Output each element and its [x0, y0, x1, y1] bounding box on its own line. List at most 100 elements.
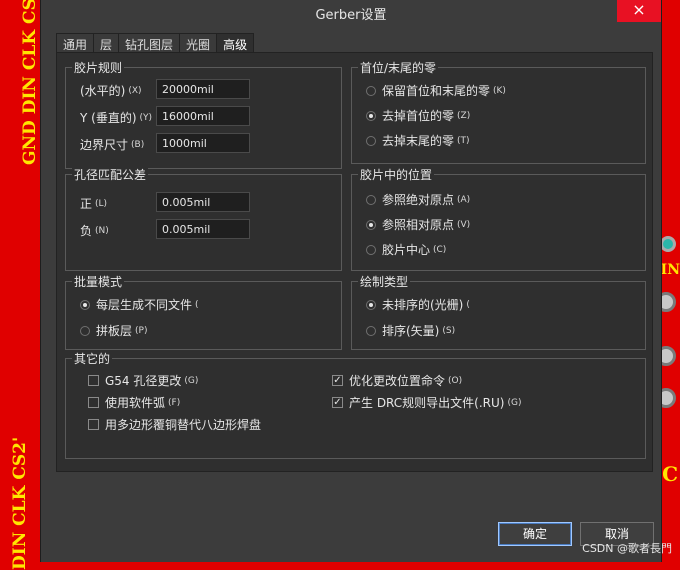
dialog-title: Gerber设置 [315, 8, 387, 23]
shortcut: (P) [135, 325, 148, 336]
radio-selected-icon[interactable] [366, 110, 376, 121]
radio-separate-files[interactable]: 每层生成不同文件 ( [80, 296, 199, 313]
group-title: 其它的 [72, 350, 113, 367]
checkmark-icon[interactable]: ✓ [332, 375, 343, 386]
radio-icon[interactable] [80, 325, 90, 336]
checkbox-polygon-pads[interactable]: 用多边形覆铜替代八边形焊盘 [88, 416, 261, 433]
shortcut: (G) [507, 397, 522, 408]
checkbox-optimize-position[interactable]: ✓ 优化更改位置命令 (O) [332, 372, 462, 389]
batch-mode-group: 批量模式 每层生成不同文件 ( 拼板层 (P) [65, 273, 342, 350]
film-y-input[interactable]: 16000mil [156, 106, 250, 126]
y-label: Y (垂直的) [80, 111, 137, 125]
pcb-silkscreen-text: C [662, 462, 678, 486]
shortcut: (L) [95, 198, 108, 209]
shortcut: (Y) [139, 112, 153, 123]
option-label: 用多边形覆铜替代八边形焊盘 [105, 418, 262, 432]
plus-tolerance-input[interactable]: 0.005mil [156, 192, 250, 212]
radio-icon[interactable] [366, 135, 376, 146]
option-label: 去掉首位的零 [382, 109, 455, 123]
film-x-input[interactable]: 20000mil [156, 79, 250, 99]
ok-button[interactable]: 确定 [498, 522, 572, 546]
option-label: 保留首位和末尾的零 [382, 84, 491, 98]
shortcut: ( [466, 299, 470, 310]
radio-icon[interactable] [366, 194, 376, 205]
option-label: 参照绝对原点 [382, 193, 455, 207]
option-label: 优化更改位置命令 [349, 374, 446, 388]
shortcut: (B) [131, 139, 145, 150]
radio-icon[interactable] [366, 85, 376, 96]
shortcut: ( [195, 299, 199, 310]
radio-selected-icon[interactable] [80, 299, 90, 310]
film-rules-group: 胶片规则 (水平的) (X) 20000mil Y (垂直的) (Y) 1600… [65, 59, 342, 169]
tab-advanced[interactable]: 高级 [216, 33, 255, 54]
plus-label: 正 [80, 197, 93, 211]
group-title: 绘制类型 [358, 273, 411, 290]
checkbox-drc-export[interactable]: ✓ 产生 DRC规则导出文件(.RU) (G) [332, 394, 521, 411]
tab-bar: 通用 层 钻孔图层 光圈 高级 [56, 33, 255, 54]
radio-film-center[interactable]: 胶片中心 (C) [366, 241, 446, 258]
other-group: 其它的 G54 孔径更改 (G) 使用软件弧 (F) 用多边形覆铜替代八边形焊盘… [65, 350, 646, 459]
group-title: 批量模式 [72, 273, 125, 290]
gerber-settings-dialog: Gerber设置 × 通用 层 钻孔图层 光圈 高级 胶片规则 (水平的) (X… [40, 0, 662, 562]
radio-icon[interactable] [366, 244, 376, 255]
checkbox-icon[interactable] [88, 397, 99, 408]
shortcut: (K) [493, 85, 506, 96]
film-position-group: 胶片中的位置 参照绝对原点 (A) 参照相对原点 (V) 胶片中心 (C) [351, 166, 646, 271]
radio-suppress-leading[interactable]: 去掉首位的零 (Z) [366, 107, 470, 124]
option-label: 拼板层 [96, 324, 133, 338]
tab-general[interactable]: 通用 [56, 33, 95, 54]
x-label: (水平的) [80, 84, 126, 98]
option-label: 胶片中心 [382, 243, 431, 257]
option-label: 每层生成不同文件 [96, 298, 193, 312]
border-label: 边界尺寸 [80, 138, 129, 152]
zeros-group: 首位/末尾的零 保留首位和末尾的零 (K) 去掉首位的零 (Z) 去掉末尾的零 … [351, 59, 646, 164]
pcb-silkscreen-text: IN [660, 262, 680, 278]
tab-drill-drawing[interactable]: 钻孔图层 [118, 33, 181, 54]
radio-icon[interactable] [366, 325, 376, 336]
close-button[interactable]: × [617, 0, 661, 22]
shortcut: (F) [168, 397, 181, 408]
radio-absolute-origin[interactable]: 参照绝对原点 (A) [366, 191, 470, 208]
shortcut: (X) [128, 85, 142, 96]
option-label: 未排序的(光栅) [382, 298, 464, 312]
minus-label: 负 [80, 224, 93, 238]
plot-type-group: 绘制类型 未排序的(光栅) ( 排序(矢量) (S) [351, 273, 646, 350]
radio-selected-icon[interactable] [366, 299, 376, 310]
shortcut: (C) [433, 244, 447, 255]
shortcut: (Z) [457, 110, 471, 121]
shortcut: (A) [457, 194, 471, 205]
checkbox-icon[interactable] [88, 419, 99, 430]
group-title: 胶片中的位置 [358, 166, 435, 183]
radio-suppress-trailing[interactable]: 去掉末尾的零 (T) [366, 132, 470, 149]
option-label: 参照相对原点 [382, 218, 455, 232]
pcb-silkscreen-text: DIN CLK CS2' [10, 436, 30, 570]
pcb-pad-icon [660, 236, 676, 252]
tab-layers[interactable]: 层 [93, 33, 120, 54]
minus-tolerance-input[interactable]: 0.005mil [156, 219, 250, 239]
radio-selected-icon[interactable] [366, 219, 376, 230]
option-label: 去掉末尾的零 [382, 134, 455, 148]
radio-unsorted-raster[interactable]: 未排序的(光栅) ( [366, 296, 470, 313]
option-label: 排序(矢量) [382, 324, 440, 338]
radio-relative-origin[interactable]: 参照相对原点 (V) [366, 216, 470, 233]
group-title: 胶片规则 [72, 59, 125, 76]
option-label: 产生 DRC规则导出文件(.RU) [349, 396, 505, 410]
border-size-input[interactable]: 1000mil [156, 133, 250, 153]
option-label: 使用软件弧 [105, 396, 166, 410]
checkmark-icon[interactable]: ✓ [332, 397, 343, 408]
watermark: CSDN @歌者長門 [582, 542, 672, 555]
shortcut: (G) [184, 375, 199, 386]
shortcut: (T) [457, 135, 470, 146]
shortcut: (V) [457, 219, 471, 230]
radio-keep-zeros[interactable]: 保留首位和末尾的零 (K) [366, 82, 506, 99]
tab-apertures[interactable]: 光圈 [179, 33, 218, 54]
radio-sorted-vector[interactable]: 排序(矢量) (S) [366, 322, 455, 339]
group-title: 孔径匹配公差 [72, 166, 149, 183]
checkbox-software-arcs[interactable]: 使用软件弧 (F) [88, 394, 180, 411]
shortcut: (N) [95, 225, 109, 236]
checkbox-g54[interactable]: G54 孔径更改 (G) [88, 372, 198, 389]
checkbox-icon[interactable] [88, 375, 99, 386]
option-label: G54 孔径更改 [105, 374, 182, 388]
radio-panelize[interactable]: 拼板层 (P) [80, 322, 147, 339]
group-title: 首位/末尾的零 [358, 59, 439, 76]
